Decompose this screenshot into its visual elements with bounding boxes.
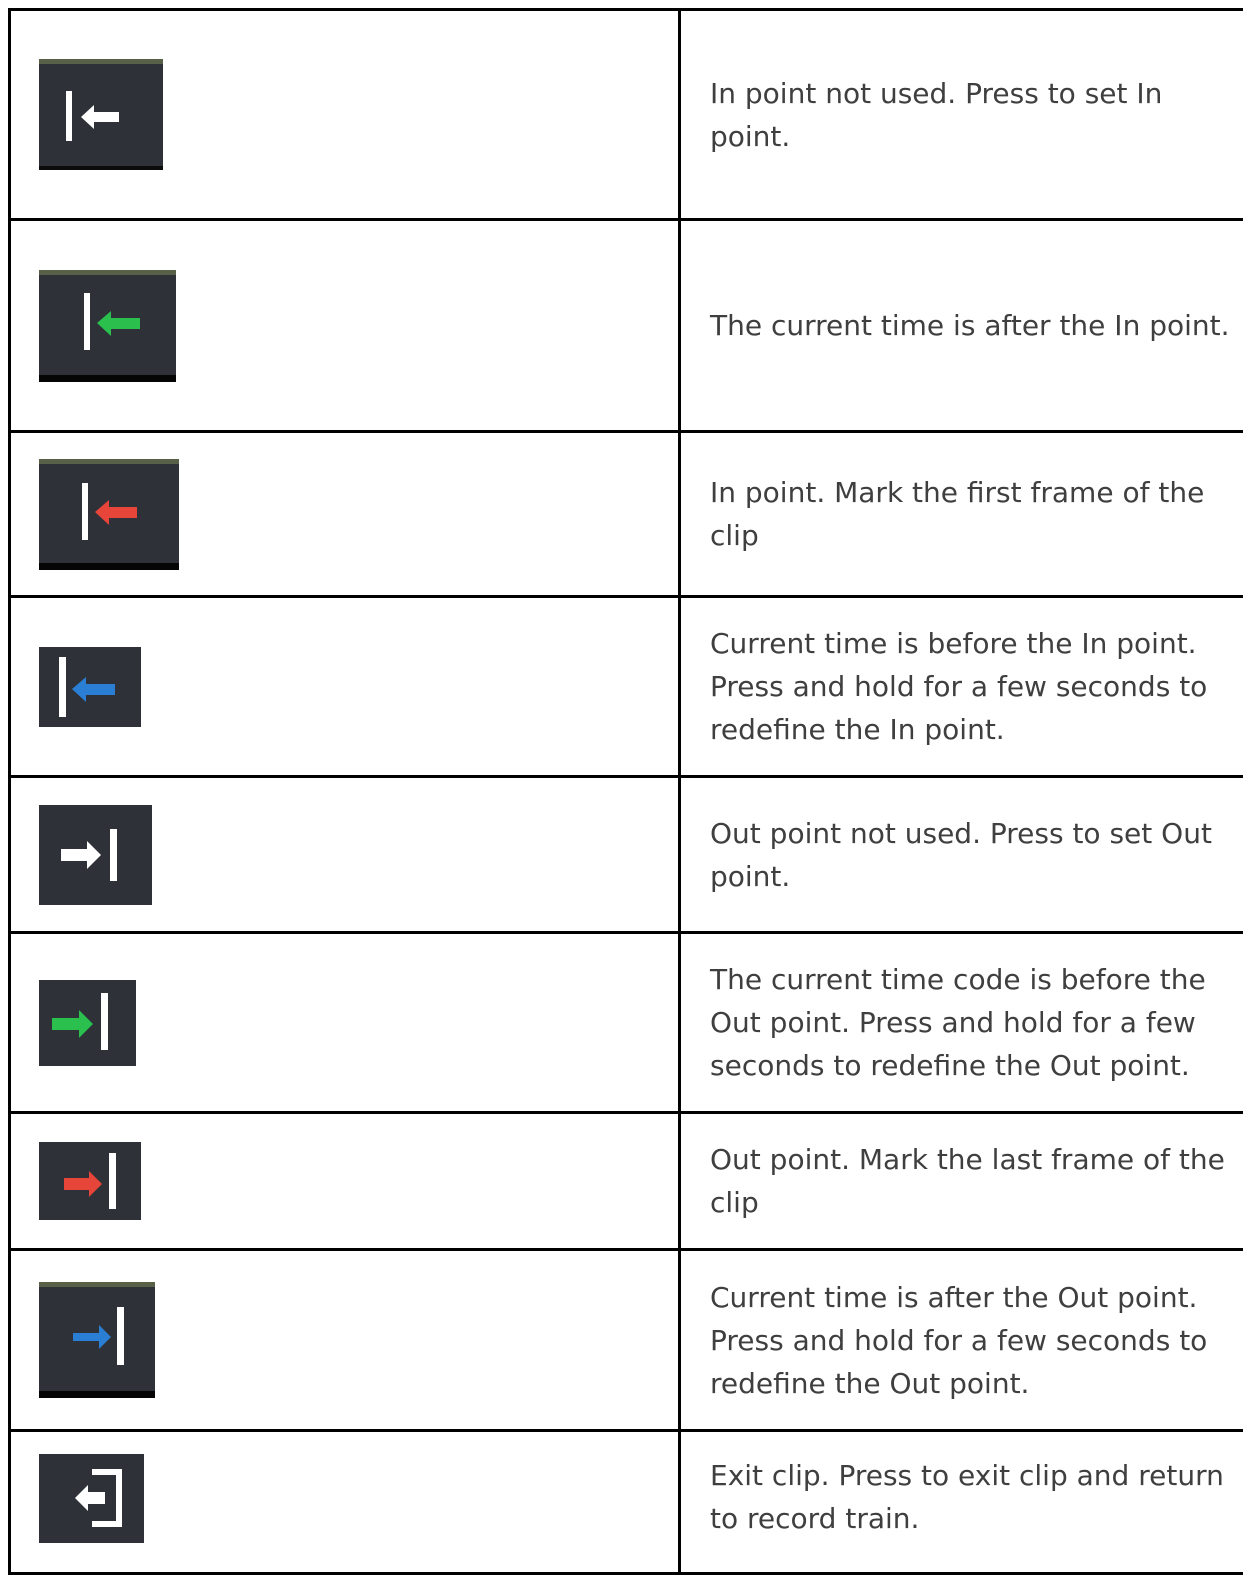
- icon-cell: [10, 1113, 680, 1250]
- out-point-unused-icon[interactable]: [39, 805, 152, 905]
- description-text: Current time is after the Out point. Pre…: [710, 1281, 1207, 1400]
- description-text: Current time is before the In point. Pre…: [710, 627, 1207, 746]
- icon-cell: [10, 10, 680, 220]
- description-cell: Out point not used. Press to set Out poi…: [680, 777, 1243, 933]
- description-text: In point. Mark the first frame of the cl…: [710, 476, 1204, 552]
- icon-cell: [10, 597, 680, 777]
- table-row: Out point. Mark the last frame of the cl…: [10, 1113, 1243, 1250]
- in-point-unused-icon[interactable]: [39, 59, 163, 170]
- icon-cell: [10, 432, 680, 597]
- out-point-before-icon[interactable]: [39, 980, 136, 1066]
- table-row: In point. Mark the first frame of the cl…: [10, 432, 1243, 597]
- icon-cell: [10, 1431, 680, 1574]
- description-cell: In point not used. Press to set In point…: [680, 10, 1243, 220]
- icon-cell: [10, 933, 680, 1113]
- table-row: In point not used. Press to set In point…: [10, 10, 1243, 220]
- in-point-set-icon[interactable]: [39, 459, 179, 570]
- table-row: The current time is after the In point.: [10, 220, 1243, 432]
- table-row: Current time is before the In point. Pre…: [10, 597, 1243, 777]
- icon-cell: [10, 220, 680, 432]
- in-point-after-icon[interactable]: [39, 270, 176, 382]
- exit-clip-icon[interactable]: [39, 1454, 144, 1543]
- description-text: Out point. Mark the last frame of the cl…: [710, 1143, 1225, 1219]
- icon-legend-table: In point not used. Press to set In point…: [8, 8, 1243, 1575]
- out-point-after-icon[interactable]: [39, 1282, 155, 1398]
- description-text: Exit clip. Press to exit clip and return…: [710, 1459, 1224, 1535]
- table-row: The current time code is before the Out …: [10, 933, 1243, 1113]
- description-text: The current time is after the In point.: [710, 309, 1230, 342]
- description-text: Out point not used. Press to set Out poi…: [710, 817, 1212, 893]
- description-cell: Current time is before the In point. Pre…: [680, 597, 1243, 777]
- table-row: Exit clip. Press to exit clip and return…: [10, 1431, 1243, 1574]
- table-row: Current time is after the Out point. Pre…: [10, 1250, 1243, 1431]
- description-text: In point not used. Press to set In point…: [710, 77, 1162, 153]
- icon-cell: [10, 777, 680, 933]
- description-cell: In point. Mark the first frame of the cl…: [680, 432, 1243, 597]
- description-cell: Current time is after the Out point. Pre…: [680, 1250, 1243, 1431]
- out-point-set-icon[interactable]: [39, 1142, 141, 1220]
- description-cell: The current time is after the In point.: [680, 220, 1243, 432]
- description-cell: Exit clip. Press to exit clip and return…: [680, 1431, 1243, 1574]
- description-cell: The current time code is before the Out …: [680, 933, 1243, 1113]
- in-point-before-icon[interactable]: [39, 647, 141, 727]
- table-row: Out point not used. Press to set Out poi…: [10, 777, 1243, 933]
- icon-cell: [10, 1250, 680, 1431]
- description-text: The current time code is before the Out …: [710, 963, 1206, 1082]
- description-cell: Out point. Mark the last frame of the cl…: [680, 1113, 1243, 1250]
